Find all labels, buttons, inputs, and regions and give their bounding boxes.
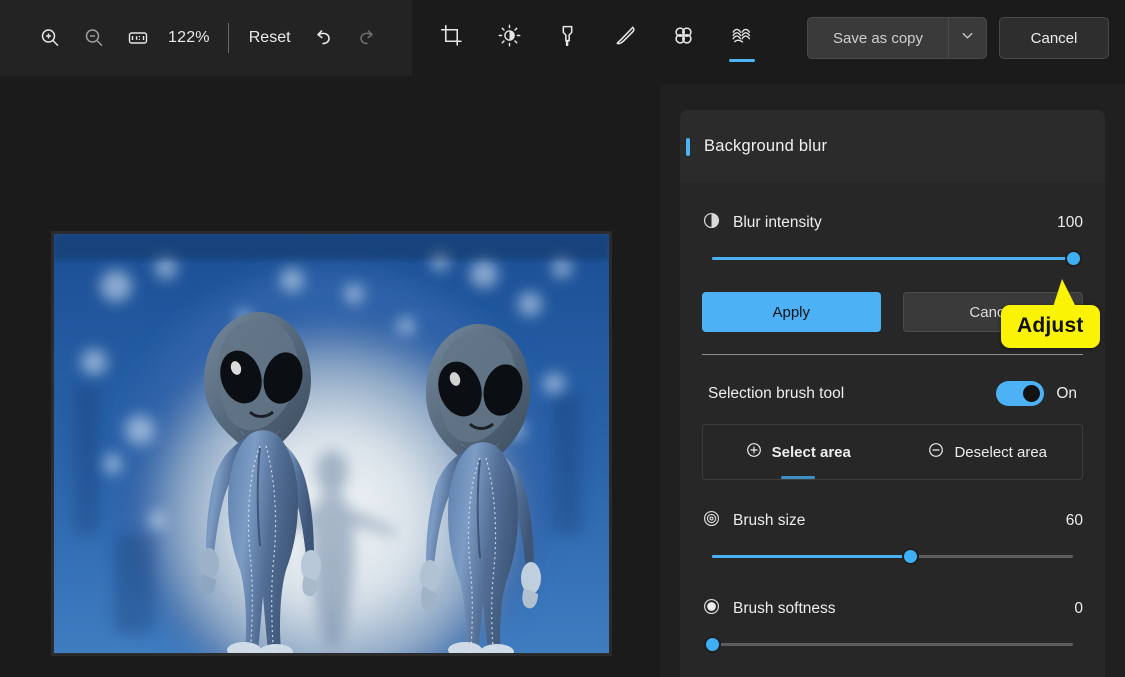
- redo-icon: [355, 26, 379, 50]
- spot-fix-icon: [671, 23, 696, 53]
- save-as-copy-button[interactable]: Save as copy: [807, 17, 987, 59]
- zoom-out-icon: [82, 26, 106, 50]
- redo-button[interactable]: [345, 18, 389, 58]
- save-options-dropdown[interactable]: [948, 18, 986, 58]
- adjust-callout: Adjust: [1001, 279, 1100, 348]
- panel-divider: [702, 354, 1083, 355]
- brush-size-label: Brush size: [733, 512, 806, 529]
- zoom-in-icon: [38, 26, 62, 50]
- apply-button[interactable]: Apply: [702, 292, 881, 332]
- selection-brush-state: On: [1056, 384, 1077, 402]
- slider-fill: [712, 555, 911, 558]
- edited-photo-frame[interactable]: [51, 231, 612, 656]
- alien-photo: [54, 234, 609, 653]
- brush-size-row: Brush size 60: [702, 504, 1083, 538]
- blur-intensity-value: 100: [1057, 214, 1083, 231]
- zoom-out-button[interactable]: [72, 18, 116, 58]
- adjustment-tool-button[interactable]: [481, 12, 539, 64]
- markup-tool-button[interactable]: [539, 12, 597, 64]
- zoom-level-label: 122%: [168, 29, 210, 46]
- select-area-tab[interactable]: Select area: [703, 425, 893, 479]
- callout-tail: [1053, 279, 1076, 307]
- selection-brush-label: Selection brush tool: [708, 384, 845, 402]
- blur-intensity-label: Blur intensity: [733, 214, 822, 231]
- zoom-controls: 122% Reset: [0, 18, 389, 58]
- zoom-in-button[interactable]: [28, 18, 72, 58]
- fit-to-window-button[interactable]: [116, 18, 160, 58]
- panel-accent-bar: [686, 138, 690, 156]
- erase-tool-button[interactable]: [597, 12, 655, 64]
- slider-thumb[interactable]: [1064, 250, 1082, 267]
- photo-editor-window: 122% Reset Save as copy Cancel Backgroun…: [0, 0, 1125, 677]
- brightness-icon: [497, 23, 522, 53]
- brush-size-slider[interactable]: [702, 546, 1083, 568]
- top-toolbar: 122% Reset Save as copy Cancel: [0, 0, 1125, 76]
- filled-circle-icon: [702, 597, 721, 621]
- contrast-circle-icon: [702, 211, 721, 235]
- edit-side-panel: Background blur Blur intensity 100 Apply…: [660, 84, 1125, 677]
- segment-active-underline: [780, 476, 815, 479]
- plus-circle-icon: [745, 441, 763, 463]
- background-blur-icon: [729, 23, 754, 53]
- undo-icon: [311, 26, 335, 50]
- brush-softness-row: Brush softness 0: [702, 592, 1083, 626]
- blur-intensity-row: Blur intensity 100: [702, 206, 1083, 240]
- slider-thumb[interactable]: [703, 636, 721, 653]
- chevron-down-icon: [960, 28, 975, 48]
- brush-softness-value: 0: [1074, 600, 1083, 617]
- background-blur-tool-button[interactable]: [713, 12, 771, 64]
- save-as-copy-label: Save as copy: [832, 29, 924, 47]
- deselect-area-label: Deselect area: [954, 443, 1048, 461]
- tool-active-underline: [728, 59, 755, 62]
- selection-brush-row: Selection brush tool On: [702, 381, 1083, 406]
- deselect-area-tab[interactable]: Deselect area: [893, 425, 1083, 479]
- fit-to-window-icon: [126, 26, 150, 50]
- panel-header: Background blur: [680, 110, 1105, 182]
- panel-title: Background blur: [704, 136, 828, 155]
- edit-tool-group: [423, 12, 771, 64]
- selection-mode-segmented-control: Select area Deselect area: [702, 424, 1083, 480]
- background-blur-panel: Background blur Blur intensity 100 Apply…: [680, 110, 1105, 677]
- undo-button[interactable]: [301, 18, 345, 58]
- eraser-icon: [613, 23, 638, 53]
- toolbar-separator: [227, 23, 229, 53]
- selection-brush-toggle[interactable]: [996, 381, 1045, 406]
- minus-circle-icon: [927, 441, 945, 463]
- blur-intensity-slider[interactable]: [702, 248, 1083, 270]
- marker-pen-icon: [555, 23, 580, 53]
- brush-size-value: 60: [1065, 512, 1083, 529]
- slider-fill: [712, 257, 1073, 260]
- cancel-button[interactable]: Cancel: [999, 17, 1109, 59]
- retouch-tool-button[interactable]: [655, 12, 713, 64]
- crop-tool-button[interactable]: [423, 12, 481, 64]
- toolbar-actions: Save as copy Cancel: [807, 17, 1125, 59]
- alien-photo-graphic: [54, 234, 609, 653]
- target-circle-icon: [702, 509, 721, 533]
- brush-softness-label: Brush softness: [733, 600, 836, 617]
- brush-softness-slider[interactable]: [702, 634, 1083, 656]
- crop-icon: [439, 23, 464, 53]
- select-area-label: Select area: [771, 443, 851, 461]
- image-canvas-area[interactable]: [0, 76, 660, 677]
- slider-thumb[interactable]: [902, 548, 920, 565]
- panel-body: Blur intensity 100 Apply Cancel Selectio…: [680, 206, 1105, 656]
- reset-button[interactable]: Reset: [239, 23, 301, 53]
- adjust-callout-label: Adjust: [1017, 314, 1084, 337]
- toggle-knob: [1023, 385, 1041, 402]
- slider-track: [712, 643, 1073, 646]
